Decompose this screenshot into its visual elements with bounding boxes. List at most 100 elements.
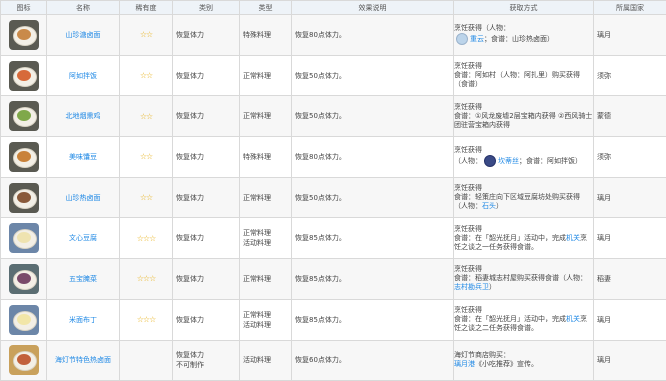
type-cell: 正常料理 (240, 259, 292, 300)
type-text: 正常料理 (243, 274, 291, 284)
dish-icon-rice[interactable] (9, 61, 39, 91)
rarity-stars: ☆☆ (140, 193, 152, 202)
icon-cell (1, 96, 47, 137)
category-cell: 恢复体力 (173, 15, 240, 56)
dish-name-link[interactable]: 山珍溏卤面 (66, 31, 101, 39)
rarity-cell: ☆☆ (120, 15, 173, 56)
type-cell: 正常料理活动料理 (240, 299, 292, 340)
source-link[interactable]: 石头 (482, 202, 496, 210)
header-rarity: 稀有度 (120, 1, 173, 15)
source-text: ） (496, 202, 503, 210)
header-type: 类型 (240, 1, 292, 15)
effect-text: 恢复80点体力。 (295, 153, 346, 161)
category-cell: 恢复体力 (173, 218, 240, 259)
source-link[interactable]: 璃月港 (454, 360, 475, 368)
dish-name-link[interactable]: 美味馕豆 (69, 153, 97, 161)
source-text: 物： (573, 274, 587, 282)
category-text: 恢复体力 (176, 194, 204, 202)
food-shape (17, 354, 31, 365)
category-text: 不可制作 (176, 360, 239, 370)
effect-cell: 恢复50点体力。 (292, 177, 454, 218)
source-text: 烹饪获得 (454, 103, 482, 111)
dish-name-link[interactable]: 阿如拌饭 (69, 72, 97, 80)
food-shape (17, 110, 31, 121)
dish-icon-mushroom[interactable] (9, 20, 39, 50)
country-cell: 须弥 (594, 137, 666, 178)
header-name: 名称 (47, 1, 120, 15)
name-cell: 五宝腌菜 (47, 259, 120, 300)
source-cell: 烹饪获得食谱：轻策庄向下区域豆腐坊处购买获得（人物：石头） (454, 177, 594, 218)
name-cell: 美味馕豆 (47, 137, 120, 178)
effect-cell: 恢复85点体力。 (292, 218, 454, 259)
food-shape (17, 29, 31, 40)
rarity-cell: ☆☆☆ (120, 218, 173, 259)
header-icon: 图标 (1, 1, 47, 15)
icon-cell (1, 137, 47, 178)
table-row: 米面布丁☆☆☆恢复体力正常料理活动料理恢复85点体力。烹饪获得食谱：在「韶光抚月… (1, 299, 666, 340)
effect-text: 恢复50点体力。 (295, 72, 346, 80)
type-cell: 正常料理 (240, 55, 292, 96)
header-country: 所属国家 (594, 1, 666, 15)
source-link[interactable]: 志村勘兵卫 (454, 283, 489, 291)
table-row: 阿如拌饭☆☆恢复体力正常料理恢复50点体力。烹饪获得食谱：阿如村（人物：阿扎里）… (1, 55, 666, 96)
dish-icon-pudding[interactable] (9, 305, 39, 335)
source-link[interactable]: 坎蒂丝 (498, 157, 519, 165)
source-text: （人物： (454, 202, 482, 210)
source-text: 食谱：①风龙废墟2层宝箱内获得 ②西风 (454, 112, 578, 120)
table-row: 海灯节特色热卤面恢复体力不可制作活动料理恢复60点体力。海灯节商店购买：璃月港《… (1, 340, 666, 381)
category-cell: 恢复体力 (173, 177, 240, 218)
food-shape (17, 314, 31, 325)
icon-cell (1, 177, 47, 218)
dish-icon-sashimi[interactable] (9, 264, 39, 294)
source-cell: 烹饪获得食谱：在「韶光抚月」活动中，完成机关烹饪之谈之二任务获得食谱。 (454, 299, 594, 340)
dish-icon-pie[interactable] (9, 142, 39, 172)
dish-name-link[interactable]: 海灯节特色热卤面 (55, 356, 111, 364)
source-link[interactable]: 机关 (566, 315, 580, 323)
effect-cell: 恢复80点体力。 (292, 137, 454, 178)
name-cell: 山珍热卤面 (47, 177, 120, 218)
type-cell: 正常料理 (240, 177, 292, 218)
effect-text: 恢复85点体力。 (295, 316, 346, 324)
effect-text: 恢复80点体力。 (295, 31, 346, 39)
dish-name-link[interactable]: 北地烟熏鸡 (66, 112, 101, 120)
type-text: 正常料理 (243, 111, 291, 121)
dish-name-link[interactable]: 米面布丁 (69, 316, 97, 324)
rarity-stars: ☆☆ (140, 152, 152, 161)
source-link[interactable]: 重云 (470, 35, 484, 43)
dish-icon-festival[interactable] (9, 345, 39, 375)
category-cell: 恢复体力 (173, 299, 240, 340)
source-text: 烹饪获得 (454, 225, 482, 233)
dish-name-link[interactable]: 山珍热卤面 (66, 194, 101, 202)
type-text: 正常料理 (243, 71, 291, 81)
category-text: 恢复体力 (176, 112, 204, 120)
source-text: 烹饪获得 (454, 184, 482, 192)
source-text: 烹饪获得 (454, 146, 482, 154)
type-text: 正常料理 (243, 228, 291, 238)
table-header-row: 图标 名称 稀有度 类别 类型 效果说明 获取方式 所属国家 (1, 1, 666, 15)
name-cell: 北地烟熏鸡 (47, 96, 120, 137)
source-text: 食谱：稻妻城志村屋购买获得食谱（人 (454, 274, 573, 282)
type-text: 特殊料理 (243, 30, 291, 40)
icon-cell (1, 299, 47, 340)
dish-icon-chicken[interactable] (9, 101, 39, 131)
dish-name-link[interactable]: 文心豆腐 (69, 234, 97, 242)
source-text: 烹饪获得（人物： (454, 24, 510, 32)
source-text: 食谱：轻策庄向下区域豆腐坊处购买获得 (454, 193, 580, 201)
name-cell: 海灯节特色热卤面 (47, 340, 120, 381)
effect-text: 恢复85点体力。 (295, 234, 346, 242)
table-row: 美味馕豆☆☆恢复体力特殊料理恢复80点体力。烹饪获得（人物：坎蒂丝；食谱：阿如拌… (1, 137, 666, 178)
table-row: 五宝腌菜☆☆☆恢复体力正常料理恢复85点体力。烹饪获得食谱：稻妻城志村屋购买获得… (1, 259, 666, 300)
source-cell: 烹饪获得食谱：稻妻城志村屋购买获得食谱（人物：志村勘兵卫） (454, 259, 594, 300)
table-row: 山珍热卤面 ☆☆ 恢复体力 正常料理恢复50点体力。烹饪获得食谱：轻策庄向下区域豆腐坊… (1, 177, 666, 218)
type-cell: 特殊料理 (240, 137, 292, 178)
dish-name-link[interactable]: 五宝腌菜 (69, 275, 97, 283)
icon-cell (1, 259, 47, 300)
type-text: 正常料理 (243, 193, 291, 203)
name-cell: 米面布丁 (47, 299, 120, 340)
effect-cell: 恢复80点体力。 (292, 15, 454, 56)
country-cell: 璃月 (594, 15, 666, 56)
dish-icon-tofu[interactable] (9, 223, 39, 253)
category-text: 恢复体力 (176, 153, 204, 161)
source-link[interactable]: 机关 (566, 234, 580, 242)
dish-icon-noodle[interactable] (9, 183, 39, 213)
